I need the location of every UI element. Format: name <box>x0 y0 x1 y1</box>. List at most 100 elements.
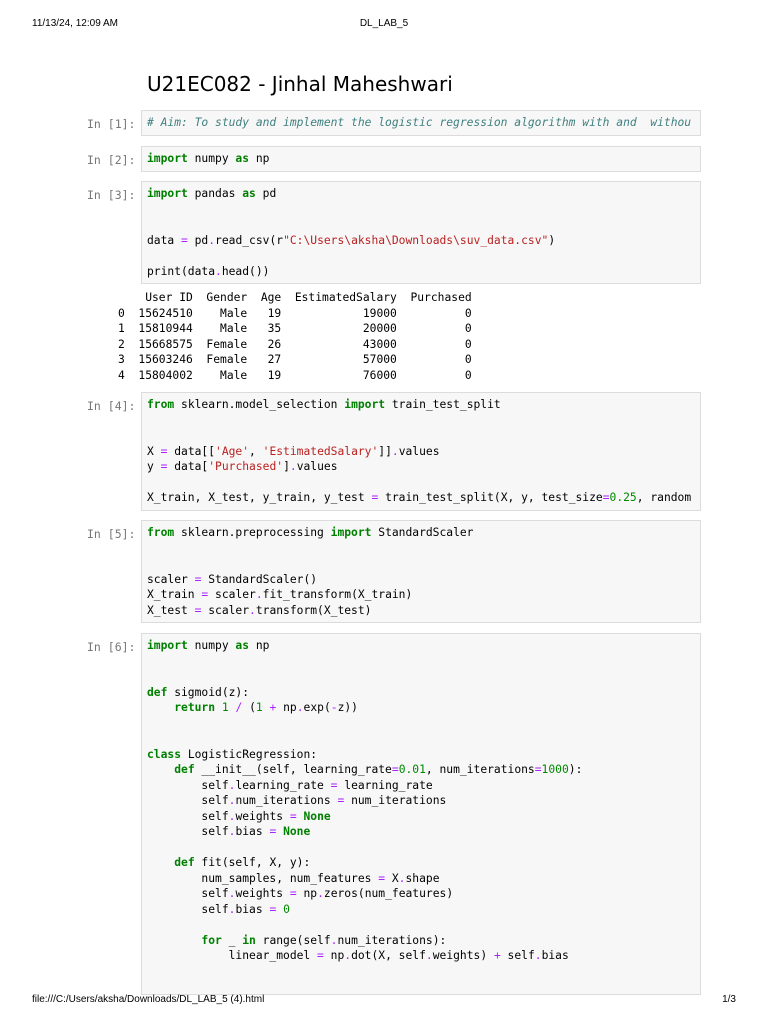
cell-prompt: In [3]: <box>87 188 136 202</box>
code-token: 0.01 <box>398 763 426 776</box>
code-token: 'EstimatedSalary' <box>262 444 379 458</box>
code-token: zeros(num_features) <box>323 887 454 900</box>
code-token: num_iterations <box>235 794 338 807</box>
code-token: pd <box>187 233 209 247</box>
code-token: self <box>147 778 229 792</box>
code-token: = <box>289 887 297 900</box>
code-token: data[[ <box>167 444 216 458</box>
code-token: pandas <box>187 187 243 200</box>
code-token: ]] <box>378 444 392 458</box>
code-token: def <box>147 685 168 699</box>
code-token: "C:\Users\aksha\Downloads\suv_data.csv" <box>283 233 549 247</box>
code-token: values <box>398 444 440 458</box>
code-token: train_test_split(X, y, test_size <box>378 491 603 504</box>
code-token: X_test <box>147 603 195 617</box>
output-line: User ID Gender Age EstimatedSalary Purch… <box>118 291 472 304</box>
code-token: , <box>249 444 263 458</box>
code-token: - <box>330 701 338 714</box>
code-token: . <box>534 949 542 962</box>
code-token: None <box>283 825 311 838</box>
code-token: None <box>303 809 331 823</box>
code-token: = <box>534 763 542 776</box>
code-token: . <box>215 264 222 278</box>
code-token: weights <box>235 887 290 900</box>
code-token: StandardScaler <box>371 526 474 539</box>
code-token: z)) <box>337 701 358 714</box>
code-token: . <box>317 887 324 900</box>
code-token: linear_model <box>147 949 318 962</box>
code-token: self <box>147 887 229 900</box>
code-token: transform(X_test) <box>255 603 372 617</box>
code-token: + <box>493 949 501 962</box>
code-token: . <box>255 588 263 601</box>
code-input[interactable]: # Aim: To study and implement the logist… <box>141 110 701 136</box>
code-token: . <box>249 603 256 617</box>
code-token: self <box>147 809 229 823</box>
code-token: for <box>201 933 222 947</box>
code-token: = <box>317 949 324 962</box>
output-line: 2 15668575 Female 26 43000 0 <box>118 337 472 351</box>
code-token: in <box>242 933 256 947</box>
code-token: X_train <box>147 588 202 601</box>
print-doc-title: DL_LAB_5 <box>359 18 409 29</box>
code-token: as <box>235 639 250 652</box>
output-line: 0 15624510 Male 19 19000 0 <box>118 306 472 320</box>
cell-prompt: In [5]: <box>87 527 136 541</box>
code-input[interactable]: from sklearn.preprocessing import Standa… <box>141 520 701 623</box>
code-token: values <box>296 460 338 473</box>
code-input[interactable]: import pandas as pd data = pd. read_csv(r… <box>141 181 701 284</box>
code-token: 'Purchased' <box>208 460 284 473</box>
code-token: . <box>289 460 297 473</box>
code-token: scaler <box>147 572 195 586</box>
page-title: U21EC082 - Jinhal Maheshwari <box>147 72 453 96</box>
code-token: np <box>249 152 270 165</box>
cell-prompt: In [2]: <box>87 153 136 167</box>
code-token: head()) <box>221 264 270 278</box>
code-token: self <box>147 794 229 807</box>
code-token: ): <box>568 763 583 776</box>
code-input[interactable]: import numpy as np def sigmoid(z): retur… <box>141 633 701 995</box>
code-token: # Aim: To study and implement the logist… <box>147 116 692 129</box>
output-line: 4 15804002 Male 19 76000 0 <box>118 368 472 382</box>
code-token: import <box>147 152 188 165</box>
code-token: 1 <box>255 701 263 714</box>
code-token: = <box>391 763 399 776</box>
code-token: 1000 <box>541 763 569 776</box>
code-token: . <box>425 949 433 962</box>
code-token: = <box>602 491 610 504</box>
output-line: 3 15603246 Female 27 57000 0 <box>118 353 472 366</box>
code-token: fit_transform(X_train) <box>262 588 413 601</box>
code-token: dot(X, self <box>351 949 426 962</box>
code-input[interactable]: from sklearn.model_selection import trai… <box>141 392 701 511</box>
code-token: X <box>147 444 161 458</box>
code-token: _ <box>221 933 243 947</box>
code-token: LogisticRegression: <box>181 747 318 761</box>
code-token: 'Age' <box>215 444 250 458</box>
code-token: bias <box>235 825 270 838</box>
code-token: def <box>174 856 195 869</box>
code-token: num_iterations): <box>337 933 447 947</box>
code-token: self <box>147 902 229 916</box>
print-file-path: file:///C:/Users/aksha/Downloads/DL_LAB_… <box>32 994 265 1005</box>
code-token: data[ <box>167 460 209 473</box>
code-token: np <box>323 949 345 962</box>
code-token: import <box>147 639 188 652</box>
code-token: learning_rate <box>235 778 331 792</box>
code-token: ) <box>548 233 556 247</box>
code-token: print(data <box>147 264 216 278</box>
output-line: 1 15810944 Male 35 20000 0 <box>118 322 472 335</box>
code-input[interactable]: import numpy as np <box>141 146 701 172</box>
code-token: np <box>296 887 318 900</box>
code-token: import <box>147 187 188 200</box>
code-text: from sklearn.preprocessing import Standa… <box>142 521 700 622</box>
code-token: fit(self, X, y): <box>194 856 311 869</box>
code-token: numpy <box>187 152 236 165</box>
code-token: range(self <box>255 933 331 947</box>
code-text: # Aim: To study and implement the logist… <box>142 111 700 135</box>
code-token: import <box>330 526 372 539</box>
